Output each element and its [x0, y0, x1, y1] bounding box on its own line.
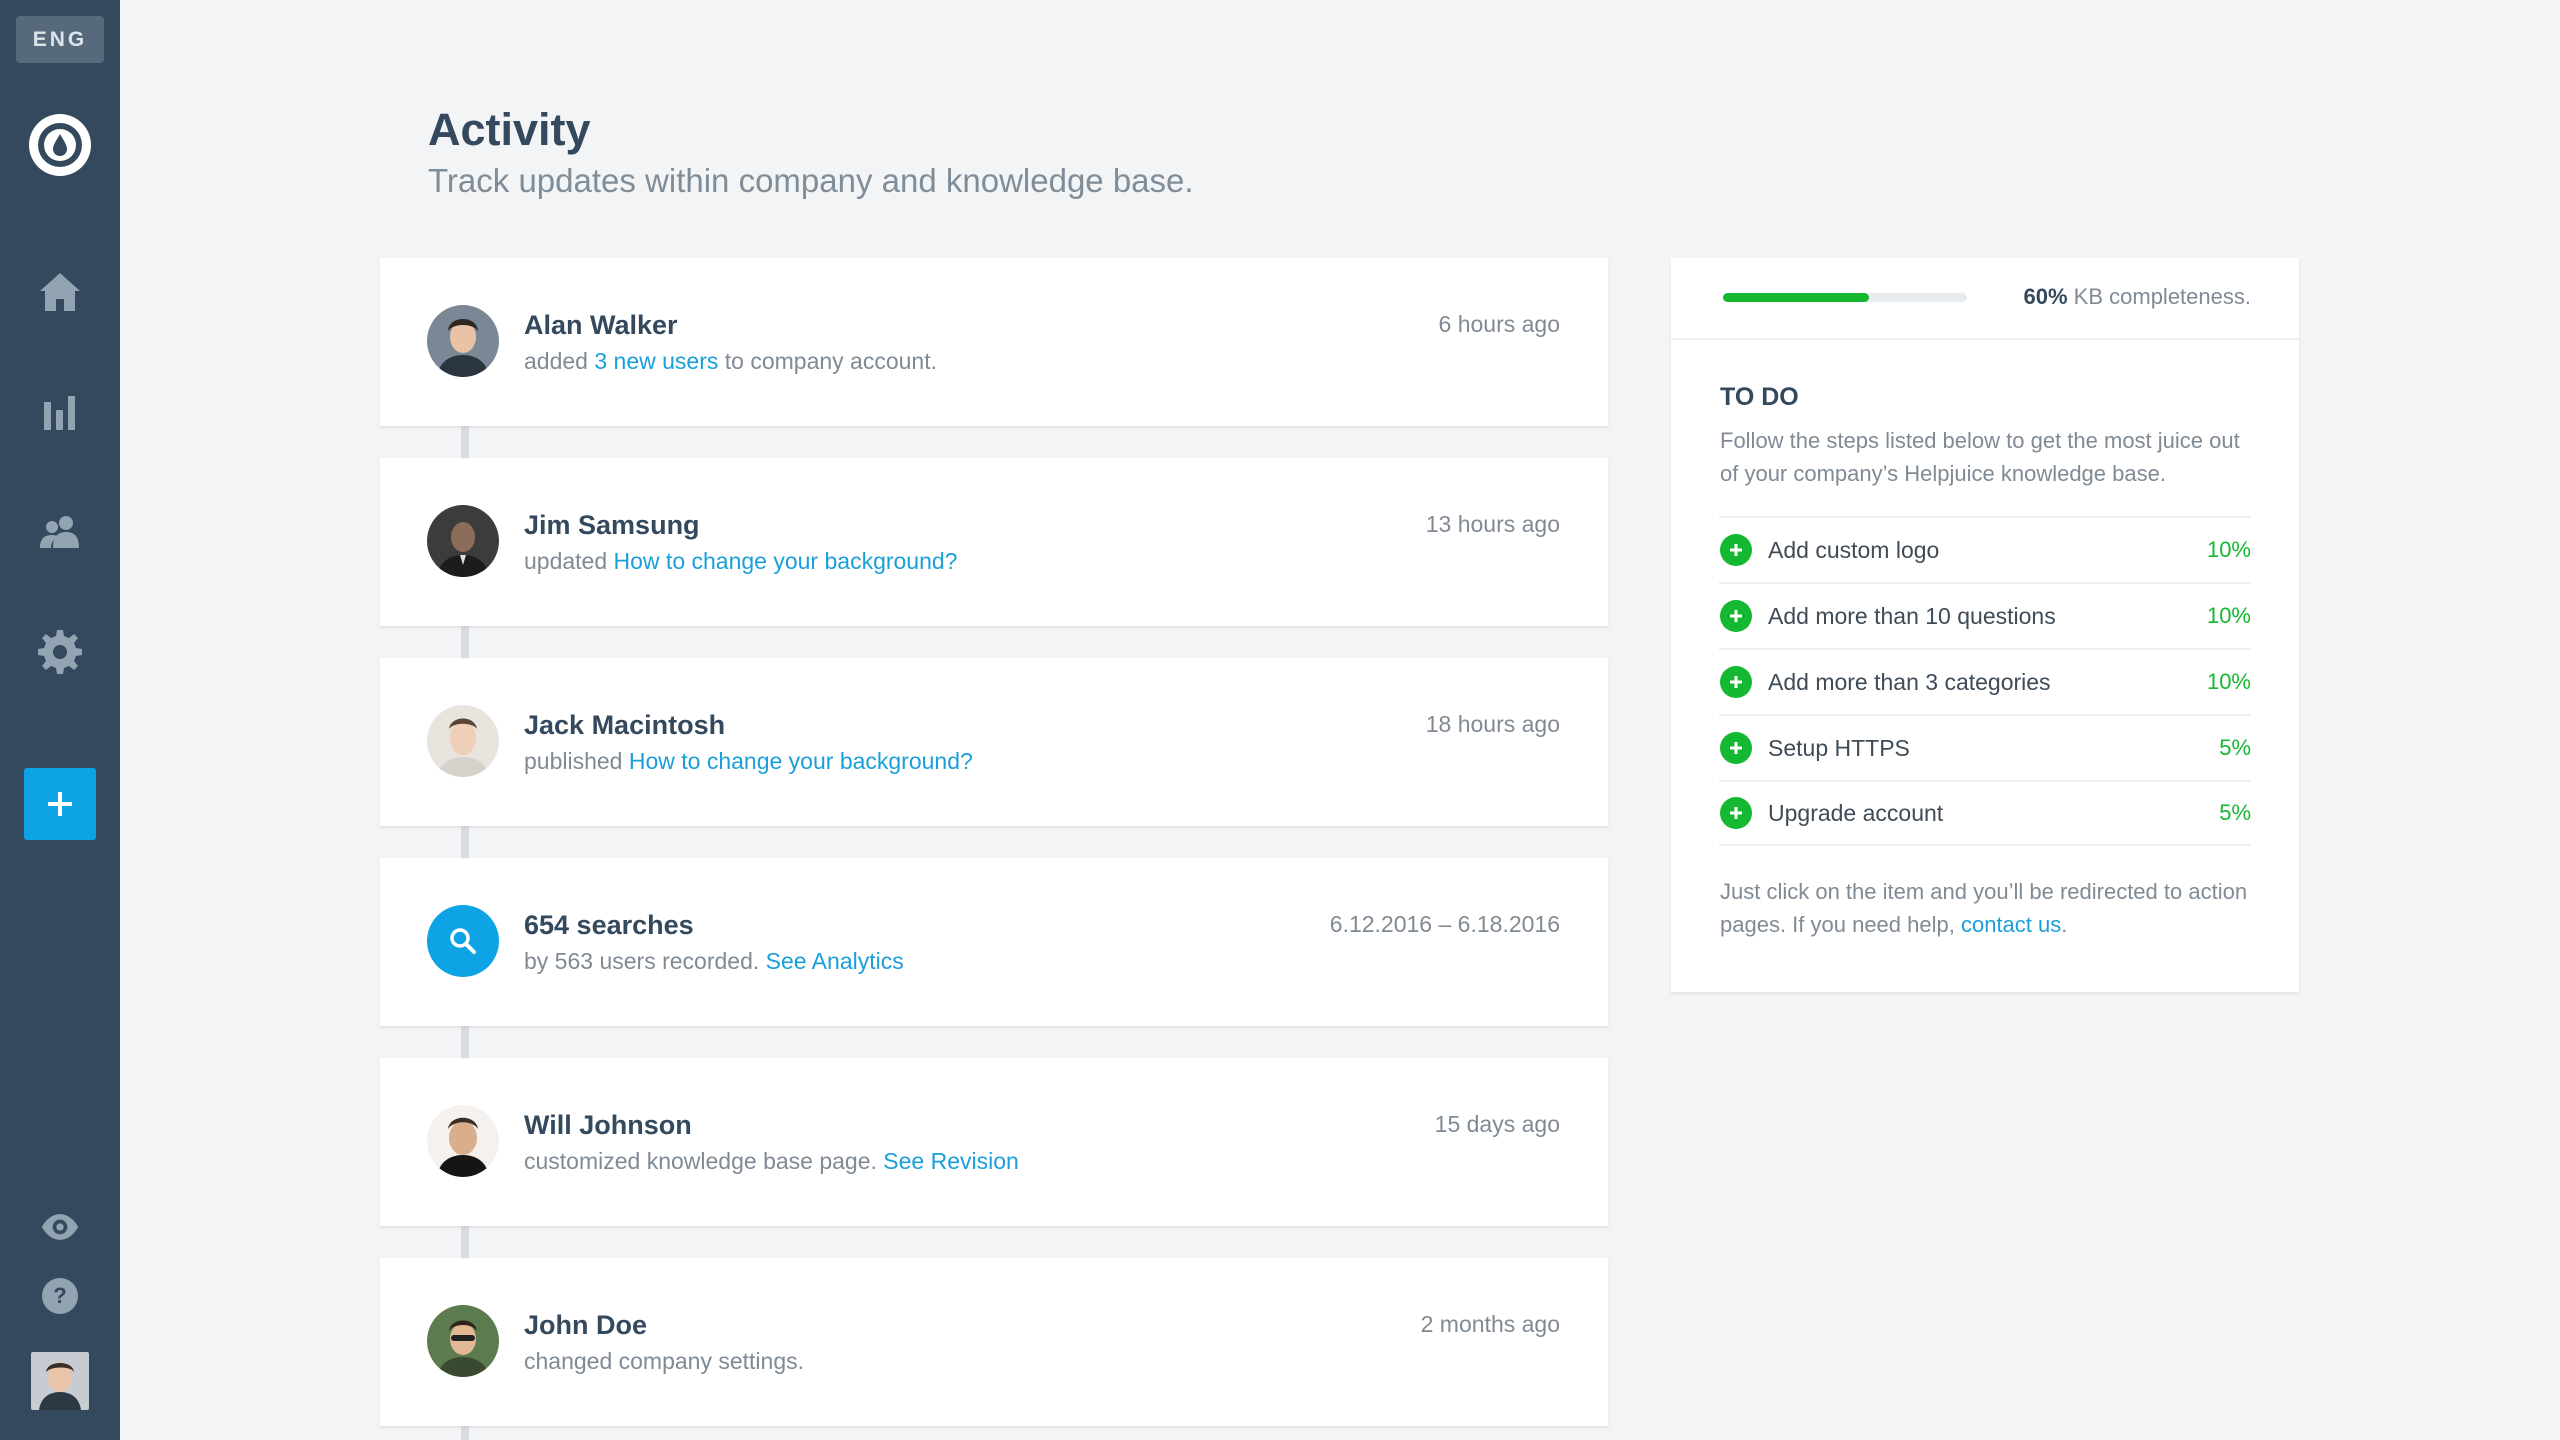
completeness-progress-bar	[1723, 293, 1967, 302]
activity-card[interactable]: 654 searches by 563 users recorded. See …	[380, 858, 1608, 1026]
add-button[interactable]	[24, 768, 96, 840]
progress-text: 60% KB completeness.	[2023, 284, 2251, 309]
activity-name: Jack Macintosh	[524, 710, 726, 740]
divider	[1671, 338, 2299, 340]
todo-percent: 5%	[2219, 735, 2251, 760]
todo-label: Add custom logo	[1768, 536, 1940, 563]
activity-card[interactable]: Alan Walker added 3 new users to company…	[380, 258, 1608, 426]
plus-icon	[48, 792, 72, 816]
todo-label: Add more than 3 categories	[1768, 668, 2051, 695]
activity-link[interactable]: How to change your background?	[629, 748, 973, 774]
avatar	[427, 1105, 499, 1177]
activity-name: Alan Walker	[524, 310, 678, 340]
activity-time: 13 hours ago	[1425, 511, 1560, 537]
contact-us-link[interactable]: contact us	[1961, 912, 2061, 937]
todo-label: Setup HTTPS	[1768, 734, 1910, 761]
plus-circle-icon	[1720, 797, 1752, 829]
activity-description: by 563 users recorded. See Analytics	[524, 948, 904, 974]
search-avatar	[427, 905, 499, 977]
plus-circle-icon	[1720, 732, 1752, 764]
settings-icon[interactable]	[36, 628, 84, 676]
panel-footer: Just click on the item and you’ll be red…	[1720, 879, 2248, 937]
search-icon	[450, 928, 476, 954]
activity-time: 18 hours ago	[1425, 711, 1560, 737]
page-title: Activity	[428, 104, 591, 155]
todo-label: Upgrade account	[1768, 799, 1944, 826]
kb-completeness-panel: 60% KB completeness. TO DO Follow the st…	[1671, 258, 2299, 992]
todo-percent: 10%	[2206, 537, 2251, 562]
activity-time: 2 months ago	[1420, 1311, 1560, 1337]
todo-list: Add custom logo 10% Add more than 10 que…	[1719, 516, 2251, 846]
home-icon[interactable]	[36, 268, 84, 316]
see-revision-link[interactable]: See Revision	[883, 1148, 1019, 1174]
todo-title: TO DO	[1720, 383, 1799, 411]
activity-name: Jim Samsung	[524, 510, 700, 540]
analytics-icon[interactable]	[36, 388, 84, 436]
activity-card[interactable]: Will Johnson customized knowledge base p…	[380, 1058, 1608, 1226]
todo-percent: 5%	[2219, 800, 2251, 825]
user-avatar[interactable]	[31, 1352, 89, 1410]
activity-description: published How to change your background?	[524, 748, 973, 774]
users-icon[interactable]	[36, 508, 84, 556]
todo-percent: 10%	[2206, 669, 2251, 694]
activity-card[interactable]: Jack Macintosh published How to change y…	[380, 658, 1608, 826]
language-switcher[interactable]: ENG	[16, 16, 104, 63]
activity-description: updated How to change your background?	[524, 548, 958, 574]
todo-percent: 10%	[2206, 603, 2251, 628]
avatar	[427, 305, 499, 377]
activity-date-range: 6.12.2016 – 6.18.2016	[1329, 911, 1560, 937]
plus-circle-icon	[1720, 534, 1752, 566]
activity-link[interactable]: 3 new users	[594, 348, 718, 374]
todo-label: Add more than 10 questions	[1768, 602, 2056, 629]
logo-icon[interactable]	[27, 112, 93, 178]
see-analytics-link[interactable]: See Analytics	[766, 948, 904, 974]
activity-name: John Doe	[524, 1310, 648, 1340]
todo-item[interactable]: Add custom logo 10%	[1719, 516, 2251, 582]
page-subtitle: Track updates within company and knowled…	[428, 162, 1194, 199]
eye-icon[interactable]	[38, 1205, 82, 1249]
svg-text:?: ?	[53, 1283, 66, 1308]
todo-item[interactable]: Add more than 10 questions 10%	[1719, 582, 2251, 648]
activity-card[interactable]: John Doe changed company settings. 2 mon…	[380, 1258, 1608, 1426]
activity-description: added 3 new users to company account.	[524, 348, 937, 374]
avatar	[427, 1305, 499, 1377]
avatar	[427, 705, 499, 777]
activity-description: changed company settings.	[524, 1348, 805, 1374]
plus-circle-icon	[1720, 600, 1752, 632]
activity-name: 654 searches	[524, 910, 694, 940]
todo-item[interactable]: Upgrade account 5%	[1719, 780, 2251, 846]
sidebar: ENG ?	[0, 0, 120, 1440]
avatar	[427, 505, 499, 577]
help-icon[interactable]: ?	[40, 1276, 80, 1316]
activity-link[interactable]: How to change your background?	[614, 548, 958, 574]
activity-description: customized knowledge base page. See Revi…	[524, 1148, 1019, 1174]
activity-time: 6 hours ago	[1438, 311, 1560, 337]
plus-circle-icon	[1720, 666, 1752, 698]
todo-description: Follow the steps listed below to get the…	[1720, 428, 2240, 486]
todo-item[interactable]: Setup HTTPS 5%	[1719, 714, 2251, 780]
todo-item[interactable]: Add more than 3 categories 10%	[1719, 648, 2251, 714]
activity-card[interactable]: Jim Samsung updated How to change your b…	[380, 458, 1608, 626]
activity-name: Will Johnson	[524, 1110, 692, 1140]
activity-time: 15 days ago	[1434, 1111, 1560, 1137]
progress-fill	[1723, 293, 1870, 302]
